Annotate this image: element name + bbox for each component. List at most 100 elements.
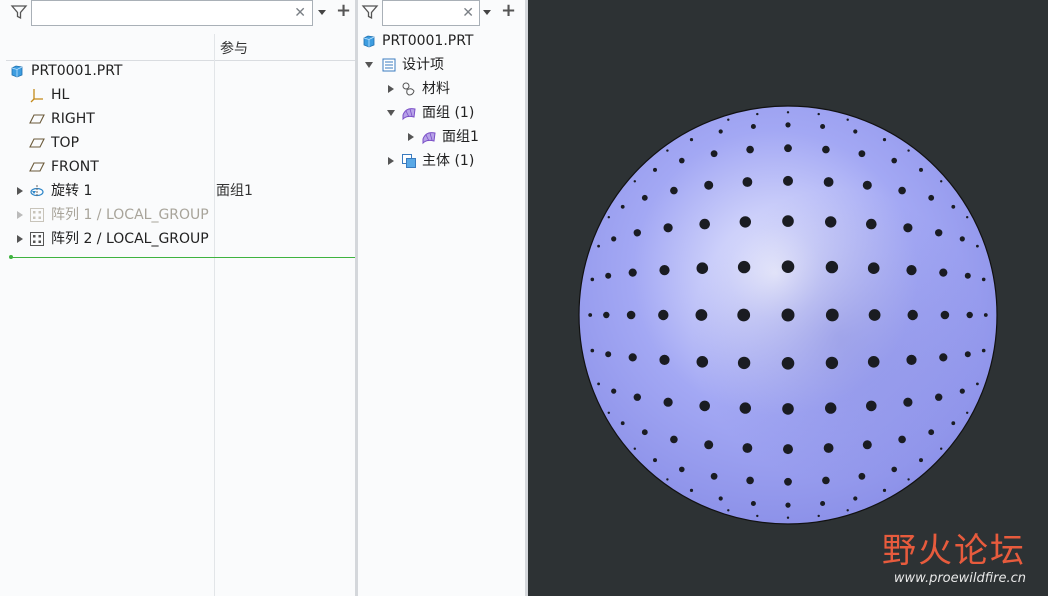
model-tree-toolbar: ✕ + xyxy=(0,0,356,26)
perforation-hole xyxy=(898,186,906,195)
perforation-hole xyxy=(742,177,753,187)
perforation-hole xyxy=(940,310,950,320)
add-column-icon[interactable]: + xyxy=(501,2,516,20)
perforation-hole xyxy=(704,180,714,190)
perforation-hole xyxy=(670,435,678,444)
perforation-hole xyxy=(641,194,648,201)
tree-item-pattern-2[interactable]: 阵列 2 / LOCAL_GROUP xyxy=(0,228,214,250)
perforation-hole xyxy=(846,509,849,512)
tree-item-label: RIGHT xyxy=(51,111,95,127)
clear-icon[interactable]: ✕ xyxy=(462,5,474,21)
perforation-hole xyxy=(633,447,636,450)
perforation-hole xyxy=(983,313,988,317)
perforation-hole xyxy=(898,435,906,444)
perforation-hole xyxy=(590,277,595,282)
perforation-hole xyxy=(588,313,593,317)
perforation-hole xyxy=(928,194,935,201)
perforation-hole xyxy=(605,351,612,358)
perforated-dome-model[interactable] xyxy=(528,0,1048,596)
perforation-hole xyxy=(633,393,641,401)
perforation-hole xyxy=(603,311,610,319)
perforation-hole xyxy=(786,111,790,114)
collapse-arrow-icon[interactable] xyxy=(386,108,396,118)
filter-icon[interactable] xyxy=(361,3,379,21)
model-tree-search[interactable]: ✕ xyxy=(31,0,313,26)
design-items-icon xyxy=(382,58,396,72)
perforation-hole xyxy=(882,138,887,142)
perforation-hole xyxy=(846,118,849,121)
perforation-hole xyxy=(737,260,751,274)
perforation-hole xyxy=(825,260,839,274)
insert-here-indicator[interactable] xyxy=(10,257,356,258)
expand-arrow-icon[interactable] xyxy=(386,156,396,166)
expand-arrow-icon[interactable] xyxy=(406,132,416,142)
perforation-hole xyxy=(825,308,839,322)
chevron-down-icon[interactable] xyxy=(317,5,327,19)
perforation-hole xyxy=(781,260,795,274)
filter-icon[interactable] xyxy=(10,3,28,21)
detail-item-part[interactable]: PRT0001.PRT xyxy=(358,30,526,52)
perforation-hole xyxy=(939,268,948,277)
perforation-hole xyxy=(727,118,730,121)
expand-arrow-icon[interactable] xyxy=(15,186,25,196)
pattern-icon xyxy=(30,232,44,246)
model-tree-search-input[interactable] xyxy=(32,1,312,25)
tree-item-front-plane[interactable]: FRONT xyxy=(0,156,356,178)
tree-item-right-plane[interactable]: RIGHT xyxy=(0,108,356,130)
perforation-hole xyxy=(737,308,751,322)
detail-tree-search[interactable]: ✕ xyxy=(382,0,480,26)
pattern-icon xyxy=(30,208,44,222)
perforation-hole xyxy=(679,157,685,164)
tree-item-part[interactable]: PRT0001.PRT xyxy=(0,60,356,82)
detail-item-bodies[interactable]: 主体 (1) xyxy=(358,150,526,172)
perforation-hole xyxy=(903,223,913,233)
watermark-title: 野火论坛 xyxy=(882,531,1026,571)
expand-arrow-icon[interactable] xyxy=(15,234,25,244)
perforation-hole xyxy=(746,145,754,154)
perforation-hole xyxy=(906,265,917,276)
perforation-hole xyxy=(605,272,612,279)
perforation-hole xyxy=(935,393,943,401)
collapse-arrow-icon[interactable] xyxy=(364,60,374,70)
tree-item-pattern-1[interactable]: 阵列 1 / LOCAL_GROUP xyxy=(0,204,214,226)
perforation-hole xyxy=(951,204,956,209)
chevron-down-icon[interactable] xyxy=(482,5,492,19)
perforation-hole xyxy=(781,308,795,322)
perforation-hole xyxy=(823,443,834,453)
tree-item-label: 材料 xyxy=(422,81,450,97)
perforation-hole xyxy=(718,496,723,501)
add-column-icon[interactable]: + xyxy=(336,2,351,20)
expand-arrow-icon[interactable] xyxy=(15,210,25,220)
tree-item-label: 面组 (1) xyxy=(422,105,475,121)
graphics-viewport[interactable]: 野火论坛 www.proewildfire.cn xyxy=(528,0,1048,596)
detail-item-quilts[interactable]: 面组 (1) xyxy=(358,102,526,124)
perforation-hole xyxy=(981,277,986,282)
tree-item-revolve[interactable]: 旋转 1 面组1 xyxy=(0,180,356,202)
detail-item-design-items[interactable]: 设计项 xyxy=(358,54,526,76)
tree-item-top-plane[interactable]: TOP xyxy=(0,132,356,154)
tree-item-label: HL xyxy=(51,87,70,103)
perforation-hole xyxy=(858,150,866,158)
perforation-hole xyxy=(858,472,866,480)
insert-here-handle[interactable] xyxy=(9,255,13,259)
tree-item-label: PRT0001.PRT xyxy=(382,33,474,49)
column-header-participation[interactable]: 参与 xyxy=(220,38,248,58)
perforation-hole xyxy=(822,145,830,154)
tree-item-hl[interactable]: HL xyxy=(0,84,356,106)
tree-item-label: TOP xyxy=(51,135,80,151)
expand-arrow-icon[interactable] xyxy=(386,84,396,94)
quilt-icon xyxy=(422,132,436,145)
perforation-hole xyxy=(696,356,709,368)
clear-icon[interactable]: ✕ xyxy=(294,5,306,21)
detail-item-material[interactable]: 材料 xyxy=(358,78,526,100)
perforation-hole xyxy=(866,218,877,230)
detail-item-quilt-1[interactable]: 面组1 xyxy=(358,126,526,148)
datum-plane-icon xyxy=(29,114,45,124)
perforation-hole xyxy=(666,149,669,152)
revolve-icon xyxy=(30,185,44,197)
perforation-hole xyxy=(867,356,880,368)
perforation-hole xyxy=(659,354,670,365)
perforation-hole xyxy=(825,402,837,414)
perforation-hole xyxy=(696,262,709,275)
perforation-hole xyxy=(663,397,673,407)
